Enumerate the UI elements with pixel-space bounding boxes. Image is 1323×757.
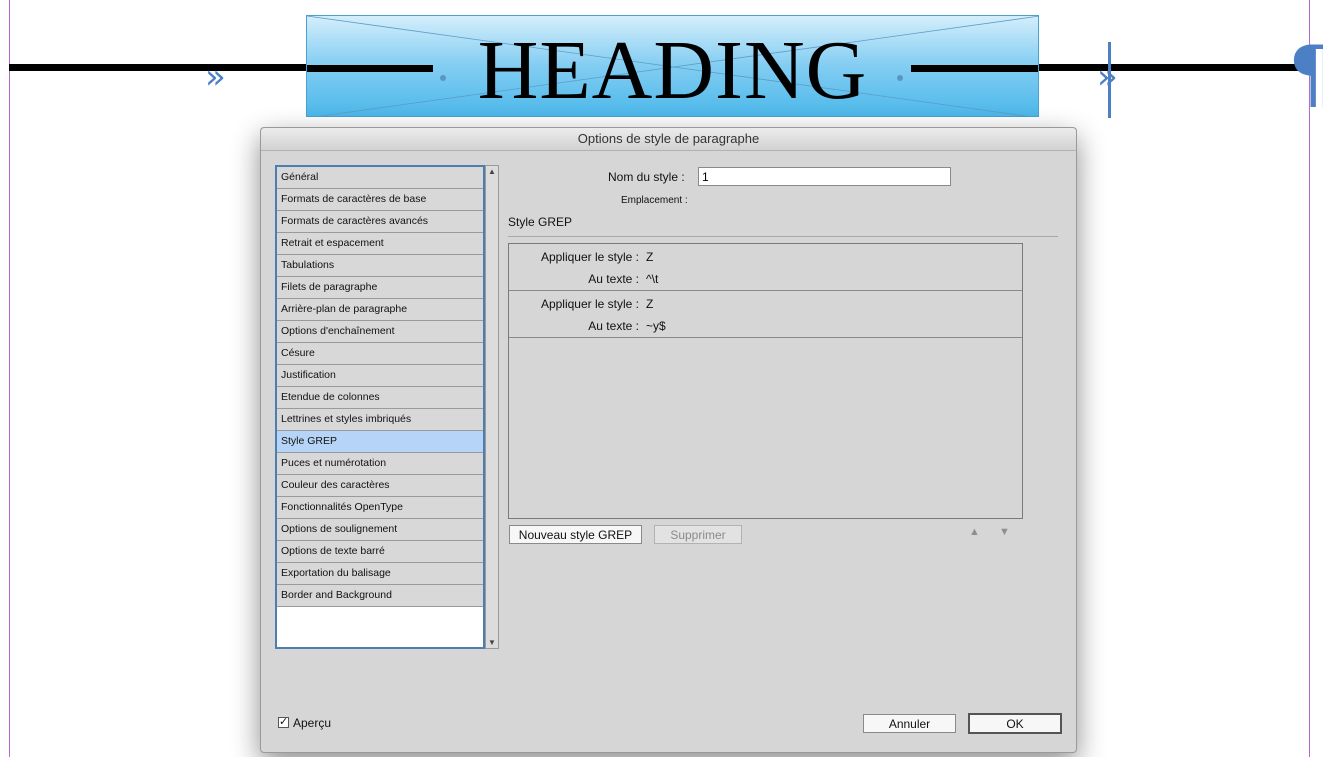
category-item[interactable]: Retrait et espacement [277,233,483,255]
category-item[interactable]: Options de soulignement [277,519,483,541]
apply-style-value[interactable]: Z [646,250,653,264]
grep-rules-list[interactable]: Appliquer le style : Z Au texte : ^\t Ap… [508,243,1023,519]
to-text-value[interactable]: ~y$ [646,319,666,333]
category-item[interactable]: Arrière-plan de paragraphe [277,299,483,321]
grep-rule-row[interactable]: Appliquer le style : Z Au texte : ^\t [509,244,1022,291]
paragraph-style-options-dialog: Options de style de paragraphe Général Fo… [260,127,1077,753]
category-item[interactable]: Options de texte barré [277,541,483,563]
style-name-label: Nom du style : [608,170,685,184]
scroll-down-arrow-icon[interactable]: ▼ [488,638,496,647]
category-item[interactable]: Exportation du balisage [277,563,483,585]
category-item[interactable]: Tabulations [277,255,483,277]
category-item[interactable]: Border and Background [277,585,483,607]
tab-marker-icon: » [205,57,226,97]
category-item[interactable]: Style GREP [277,431,483,453]
pilcrow-icon: ¶ [1288,36,1323,112]
move-down-arrow-icon[interactable]: ▼ [999,526,1010,538]
location-label: Emplacement : [621,195,688,206]
grep-rule-row[interactable]: Appliquer le style : Z Au texte : ~y$ [509,291,1022,338]
category-list[interactable]: Général Formats de caractères de base Form… [275,165,485,649]
category-item[interactable]: Lettrines et styles imbriqués [277,409,483,431]
category-item[interactable]: Justification [277,365,483,387]
heading-text-frame[interactable]: HEADING [306,15,1039,117]
scroll-up-arrow-icon[interactable]: ▲ [488,167,496,176]
heading-text: HEADING [477,24,868,117]
tab-marker-icon: » [1097,57,1118,97]
style-name-input[interactable] [698,167,951,186]
dialog-title[interactable]: Options de style de paragraphe [261,128,1076,151]
to-text-label: Au texte : [588,319,639,333]
category-item[interactable]: Fonctionnalités OpenType [277,497,483,519]
category-item[interactable]: Formats de caractères avancés [277,211,483,233]
category-item[interactable]: Césure [277,343,483,365]
preview-checkbox[interactable]: ✓ [278,717,289,728]
category-item[interactable]: Etendue de colonnes [277,387,483,409]
category-item[interactable]: Filets de paragraphe [277,277,483,299]
apply-style-value[interactable]: Z [646,297,653,311]
cancel-button[interactable]: Annuler [863,714,956,733]
page-margin-guide-left [9,0,10,757]
new-grep-style-button[interactable]: Nouveau style GREP [509,525,642,544]
move-up-arrow-icon[interactable]: ▲ [969,526,980,538]
preview-label: Aperçu [293,716,332,730]
to-text-label: Au texte : [588,272,639,286]
section-title: Style GREP [508,215,573,229]
apply-style-label: Appliquer le style : [540,250,639,264]
section-divider [508,236,1058,237]
category-item[interactable]: Couleur des caractères [277,475,483,497]
category-item[interactable]: Options d'enchaînement [277,321,483,343]
to-text-value[interactable]: ^\t [646,272,658,286]
delete-button[interactable]: Supprimer [654,525,742,544]
category-item[interactable]: Puces et numérotation [277,453,483,475]
category-scrollbar[interactable]: ▲ ▼ [485,165,499,649]
category-item[interactable]: Général [277,167,483,189]
ok-button[interactable]: OK [968,713,1062,734]
apply-style-label: Appliquer le style : [540,297,639,311]
category-item[interactable]: Formats de caractères de base [277,189,483,211]
